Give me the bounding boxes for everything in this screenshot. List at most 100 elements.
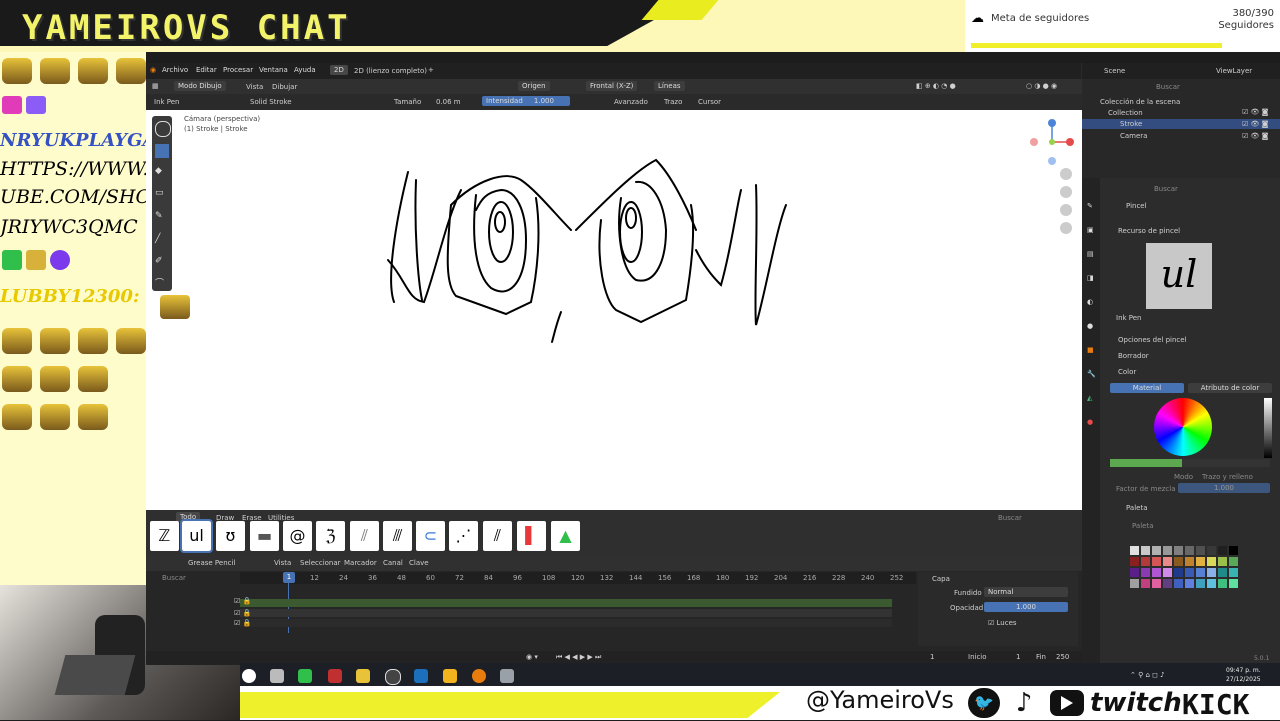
layer-track[interactable] (240, 599, 892, 607)
brush-tile-ink-pen[interactable]: ul (180, 519, 213, 553)
brush-tile[interactable]: ▲ (551, 521, 580, 551)
navigation-gizmo[interactable] (1026, 115, 1076, 165)
layer-track[interactable] (240, 609, 892, 617)
opacity-field[interactable]: 1.000 (984, 602, 1068, 612)
timeline-search[interactable]: Buscar (162, 574, 186, 582)
view-layer-tab-icon[interactable]: ◨ (1087, 274, 1094, 282)
palette-swatch[interactable] (1218, 568, 1227, 577)
editor-select[interactable]: Grease Pencil (188, 559, 235, 567)
outliner-item-camera[interactable]: Camera (1120, 132, 1147, 140)
section-eraser[interactable]: Borrador (1118, 352, 1149, 360)
palette-swatch[interactable] (1141, 568, 1150, 577)
menu-ayuda[interactable]: Ayuda (294, 66, 316, 74)
palette-swatch[interactable] (1185, 546, 1194, 555)
palette-swatch[interactable] (1207, 579, 1216, 588)
palette-select[interactable]: Paleta (1132, 522, 1153, 530)
palette-swatch[interactable] (1196, 546, 1205, 555)
palette-swatch[interactable] (1185, 557, 1194, 566)
scene-select[interactable]: Scene (1104, 67, 1125, 75)
tool-tab-icon[interactable]: ✎ (1087, 202, 1093, 210)
palette-swatch[interactable] (1218, 546, 1227, 555)
palette-swatch[interactable] (1141, 579, 1150, 588)
frame-field[interactable]: 1 (930, 653, 934, 661)
brush-tile[interactable]: ⫻ (383, 521, 412, 551)
clock-date[interactable]: 27/12/2025 (1226, 676, 1261, 683)
shelf-search[interactable]: Buscar (998, 514, 1022, 522)
eyedropper-tool-icon[interactable]: ✐ (155, 256, 163, 266)
tl-menu-vista[interactable]: Vista (274, 559, 291, 567)
brush-tile[interactable]: ⫽ (483, 521, 512, 551)
brush-tile[interactable]: ʊ (216, 521, 245, 551)
layer-checkboxes[interactable]: ☑ 🔒 (234, 609, 251, 617)
advanced-menu[interactable]: Avanzado (614, 98, 648, 106)
app-icon[interactable] (328, 669, 342, 683)
palette-swatch[interactable] (1174, 557, 1183, 566)
brush-tile[interactable]: ▌ (517, 521, 546, 551)
world-tab-icon[interactable]: ● (1087, 322, 1093, 330)
xbox-icon[interactable] (298, 669, 312, 683)
keyframe-icon[interactable]: ◉ ▾ (526, 653, 538, 661)
scene-tab-icon[interactable]: ◐ (1087, 298, 1093, 306)
palette-swatch[interactable] (1141, 546, 1150, 555)
layer-track[interactable] (240, 619, 892, 627)
palette-swatch[interactable] (1152, 546, 1161, 555)
tray-icons[interactable]: ⌃ ⚲ ⌂ ◻ ♪ (1130, 671, 1165, 679)
palette-swatch[interactable] (1130, 546, 1139, 555)
clock-time[interactable]: 09:47 p. m. (1226, 667, 1261, 674)
palette-swatch[interactable] (1185, 568, 1194, 577)
palette-swatch[interactable] (1130, 579, 1139, 588)
palette-swatch[interactable] (1141, 557, 1150, 566)
brush-tile[interactable]: @ (283, 521, 312, 551)
outliner-item-collection[interactable]: Collection (1108, 109, 1143, 117)
render-tab-icon[interactable]: ▣ (1087, 226, 1094, 234)
layer-checkboxes[interactable]: ☑ 🔒 (234, 619, 251, 627)
palette-swatch[interactable] (1174, 579, 1183, 588)
brush-tile[interactable]: ⊂ (416, 521, 445, 551)
visibility-icons[interactable]: ☑ 👁 ◙ (1242, 108, 1268, 116)
obs-icon[interactable] (385, 669, 401, 685)
visibility-icons[interactable]: ☑ 👁 ◙ (1242, 120, 1268, 128)
strength-field[interactable]: Intensidad 1.000 (482, 96, 570, 106)
palette-swatch[interactable] (1185, 579, 1194, 588)
palette-header[interactable]: Paleta (1126, 504, 1147, 512)
output-tab-icon[interactable]: ▤ (1087, 250, 1094, 258)
explorer-icon[interactable] (270, 669, 284, 683)
line-tool-icon[interactable]: ╱ (155, 234, 160, 244)
menu-editar[interactable]: Editar (196, 66, 217, 74)
viewport-nav-buttons[interactable] (1060, 168, 1074, 238)
active-color-bar[interactable] (1110, 459, 1270, 467)
material-tab-icon[interactable]: ● (1087, 418, 1093, 426)
cursor-menu[interactable]: Cursor (698, 98, 721, 106)
palette-swatches[interactable] (1110, 546, 1270, 646)
palette-swatch[interactable] (1218, 579, 1227, 588)
menu-procesar[interactable]: Procesar (223, 66, 253, 74)
chrome-icon[interactable] (242, 669, 256, 683)
palette-swatch[interactable] (1163, 579, 1172, 588)
object-tab-icon[interactable]: ■ (1087, 346, 1094, 354)
brush-tile[interactable]: ⫽ (350, 521, 379, 551)
end-field[interactable]: 250 (1056, 653, 1069, 661)
ortho-icon[interactable] (1060, 222, 1072, 234)
brush-preview[interactable]: ul (1146, 243, 1212, 309)
curve-tool-icon[interactable]: ⌒ (155, 276, 164, 289)
erase-tool-icon[interactable]: ▭ (155, 188, 164, 198)
outliner-scene-collection[interactable]: Colección de la escena (1100, 98, 1180, 106)
tl-menu-canal[interactable]: Canal (383, 559, 403, 567)
layer-header[interactable]: Capa (932, 575, 950, 583)
palette-swatch[interactable] (1174, 568, 1183, 577)
plane-select[interactable]: Frontal (X-Z) (586, 81, 638, 91)
palette-swatch[interactable] (1207, 568, 1216, 577)
palette-swatch[interactable] (1207, 546, 1216, 555)
folder-icon[interactable] (356, 669, 370, 683)
color-wheel[interactable] (1154, 398, 1212, 456)
palette-swatch[interactable] (1218, 557, 1227, 566)
app-icon[interactable] (443, 669, 457, 683)
value-slider[interactable] (1264, 398, 1272, 458)
tab-2d[interactable]: 2D (330, 65, 348, 75)
palette-swatch[interactable] (1130, 557, 1139, 566)
size-field[interactable]: 0.06 m (436, 98, 461, 106)
palette-swatch[interactable] (1130, 568, 1139, 577)
color-tab-material[interactable]: Material (1110, 383, 1184, 393)
blender-logo-icon[interactable]: ◉ (150, 66, 156, 74)
tl-menu-marcador[interactable]: Marcador (344, 559, 377, 567)
